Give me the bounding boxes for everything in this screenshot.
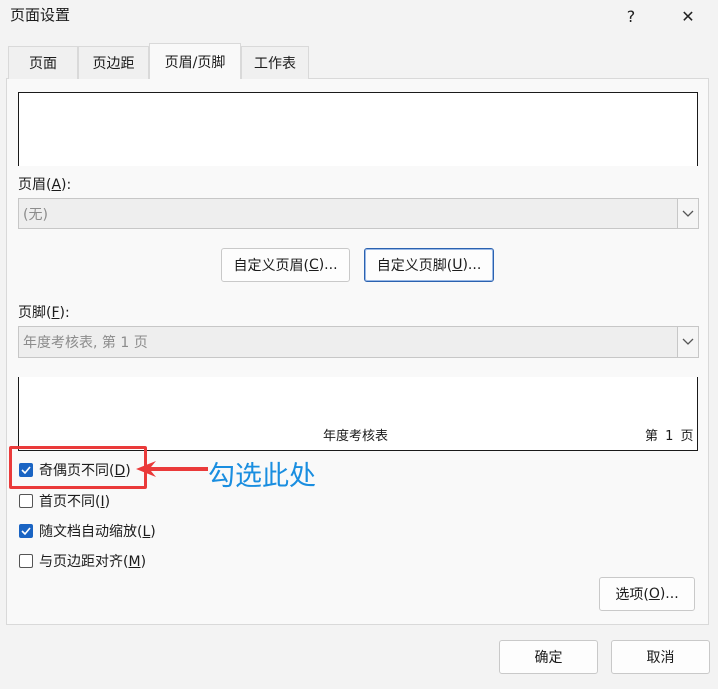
- checkbox-empty-icon: [19, 554, 33, 568]
- header-select-value: (无): [23, 206, 48, 223]
- checkbox-empty-icon: [19, 494, 33, 508]
- close-icon: ✕: [681, 6, 695, 26]
- scale-with-document-checkbox[interactable]: 随文档自动缩放(L): [19, 521, 156, 541]
- window-title: 页面设置: [10, 6, 71, 24]
- first-page-different-checkbox[interactable]: 首页不同(I): [19, 491, 110, 511]
- chevron-down-icon: [677, 199, 698, 228]
- tab-header-footer-label: 页眉/页脚: [164, 54, 226, 71]
- check-icon: [19, 463, 33, 477]
- header-label: 页眉(A):: [18, 177, 72, 193]
- align-with-margins-checkbox[interactable]: 与页边距对齐(M): [19, 551, 146, 571]
- align-with-margins-label: 与页边距对齐(M): [39, 554, 147, 570]
- tab-page-label: 页面: [29, 56, 57, 72]
- check-icon: [19, 524, 33, 538]
- tab-sheet[interactable]: 工作表: [241, 46, 309, 79]
- custom-footer-button[interactable]: 自定义页脚(U)...: [364, 248, 494, 282]
- cancel-button-label: 取消: [646, 650, 675, 666]
- chevron-down-icon: [677, 327, 698, 357]
- first-page-different-label: 首页不同(I): [39, 494, 111, 510]
- ok-button-label: 确定: [534, 650, 563, 666]
- header-preview: [18, 92, 698, 166]
- help-button[interactable]: ?: [608, 0, 654, 32]
- tab-margins-label: 页边距: [92, 56, 135, 72]
- footer-preview: 年度考核表 第 1 页: [18, 377, 698, 451]
- footer-select-value: 年度考核表, 第 1 页: [23, 335, 148, 351]
- odd-even-different-checkbox[interactable]: 奇偶页不同(D): [19, 460, 131, 480]
- ok-button[interactable]: 确定: [499, 640, 598, 674]
- footer-preview-center: 年度考核表: [323, 429, 389, 444]
- help-icon: ?: [626, 6, 636, 26]
- tab-sheet-label: 工作表: [254, 56, 296, 72]
- tab-header-footer[interactable]: 页眉/页脚: [149, 43, 241, 79]
- footer-label: 页脚(F):: [18, 305, 70, 321]
- cancel-button[interactable]: 取消: [611, 640, 710, 674]
- tab-page[interactable]: 页面: [8, 46, 78, 79]
- header-select[interactable]: (无): [18, 198, 699, 229]
- tab-margins[interactable]: 页边距: [78, 46, 149, 79]
- footer-select[interactable]: 年度考核表, 第 1 页: [18, 326, 699, 358]
- annotation-arrow-icon: [136, 461, 208, 477]
- custom-header-button[interactable]: 自定义页眉(C)...: [221, 248, 350, 282]
- odd-even-different-label: 奇偶页不同(D): [39, 463, 131, 479]
- annotation-text: 勾选此处: [208, 461, 316, 492]
- footer-preview-right: 第 1 页: [645, 429, 694, 444]
- close-button[interactable]: ✕: [665, 0, 711, 32]
- scale-with-document-label: 随文档自动缩放(L): [39, 524, 156, 540]
- options-button[interactable]: 选项(O)...: [599, 577, 695, 611]
